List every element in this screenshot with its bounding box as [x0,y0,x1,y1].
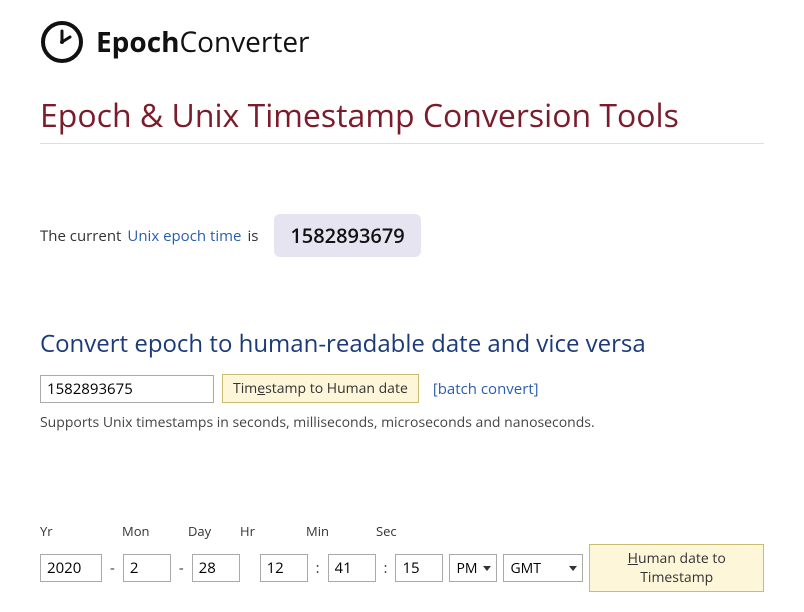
timezone-select[interactable]: GMT [503,554,583,582]
sep-space [246,558,254,578]
second-input[interactable] [395,554,443,582]
btn-ul: e [257,379,265,398]
datetime-section: Yr Mon Day Hr Min Sec - - : : PM GMT Hum… [40,522,764,592]
month-input[interactable] [123,554,171,582]
label-min: Min [306,522,354,540]
current-epoch-line: The current Unix epoch time is 158289367… [40,214,764,257]
btn-prefix: Tim [233,379,257,398]
ampm-select-wrap: PM [449,554,497,582]
clock-icon [40,20,84,64]
btn-suffix: stamp to Human date [265,379,408,398]
btn2-ul: H [628,549,638,568]
logo-text: EpochConverter [96,23,310,61]
timestamp-to-human-button[interactable]: Timestamp to Human date [222,374,419,403]
datetime-labels: Yr Mon Day Hr Min Sec [40,522,764,540]
sep-dash-2: - [177,558,186,578]
sep-colon-2: : [382,558,390,578]
label-day: Day [188,522,234,540]
section-convert-title: Convert epoch to human-readable date and… [40,327,764,360]
day-input[interactable] [192,554,240,582]
label-hr: Hr [240,522,284,540]
hour-input[interactable] [260,554,308,582]
label-mon: Mon [122,522,166,540]
logo-rest: Converter [180,23,310,61]
unix-epoch-time-link[interactable]: Unix epoch time [127,226,241,246]
btn2-suffix: uman date to Timestamp [638,549,726,587]
tz-select-wrap: GMT [503,554,583,582]
timestamp-hint: Supports Unix timestamps in seconds, mil… [40,413,764,432]
datetime-inputs: - - : : PM GMT Human date to Timestamp [40,544,764,592]
page-title: Epoch & Unix Timestamp Conversion Tools [40,94,764,144]
logo: EpochConverter [40,20,764,64]
sep-dash-1: - [108,558,117,578]
sep-colon-1: : [314,558,322,578]
batch-convert-link[interactable]: [batch convert] [433,379,539,399]
year-input[interactable] [40,554,102,582]
minute-input[interactable] [328,554,376,582]
label-sec: Sec [376,522,422,540]
label-yr: Yr [40,522,100,540]
human-to-timestamp-button[interactable]: Human date to Timestamp [589,544,764,592]
timestamp-row: Timestamp to Human date [batch convert] [40,374,764,403]
logo-bold: Epoch [96,23,180,61]
current-epoch-value: 1582893679 [274,214,420,257]
timestamp-input[interactable] [40,375,214,403]
ampm-select[interactable]: PM [449,554,497,582]
current-prefix: The current [40,226,121,246]
current-suffix: is [247,226,258,246]
